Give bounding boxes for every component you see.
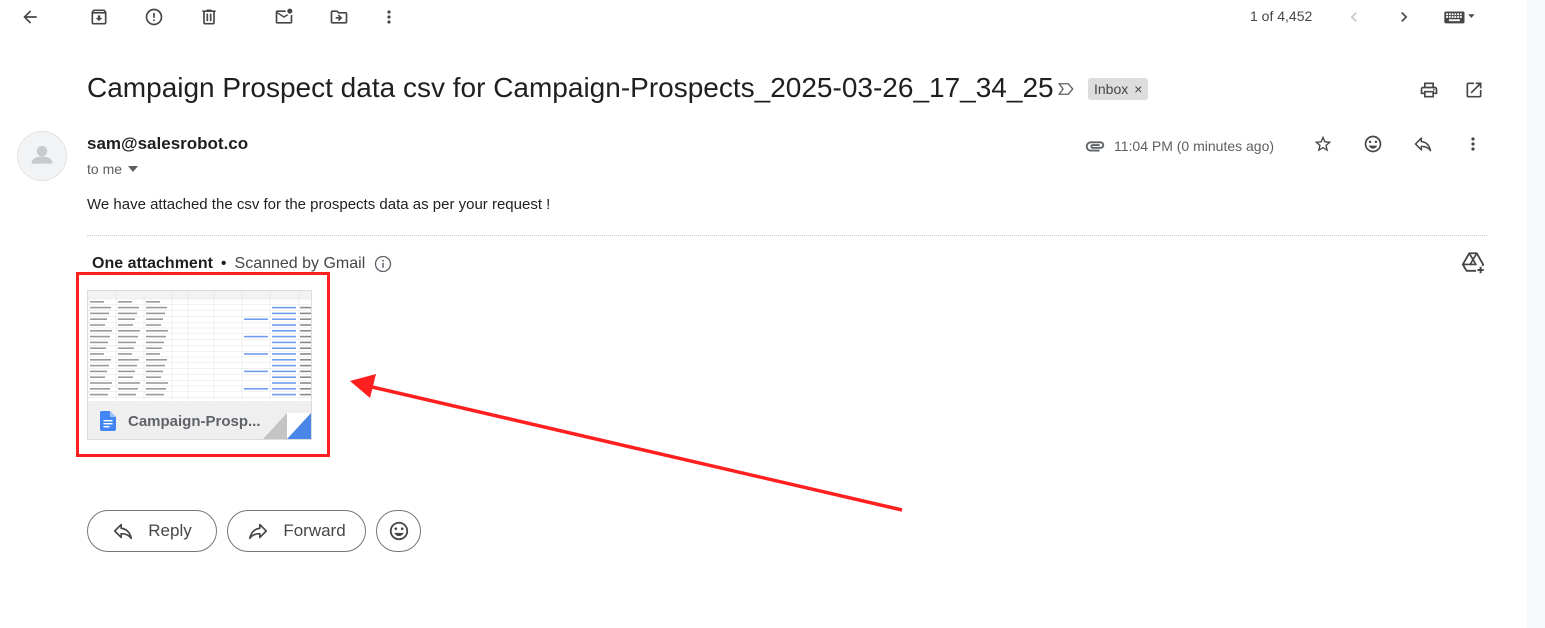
mail-icon (275, 8, 293, 24)
star-icon (1314, 135, 1332, 152)
newer-button[interactable] (1337, 0, 1371, 34)
forward-icon (249, 523, 268, 540)
input-tools-button[interactable] (1436, 0, 1482, 34)
add-to-drive-icon[interactable] (1460, 250, 1486, 276)
timestamp-text: 11:04 PM (0 minutes ago) (1114, 138, 1275, 154)
email-timestamp-area: 11:04 PM (0 minutes ago) (1084, 135, 1274, 157)
reply-icon-button[interactable] (1406, 127, 1440, 161)
header-separator: • (220, 255, 227, 272)
keyboard-icon (1444, 11, 1475, 24)
emoji-icon (1364, 135, 1382, 153)
right-side-strip (1527, 0, 1545, 628)
sender-email[interactable]: sam@salesrobot.co (87, 134, 248, 154)
annotation-arrow-head (350, 374, 376, 398)
trash-icon (202, 9, 216, 25)
chevron-left-icon (1350, 12, 1357, 22)
recipient-label: to me (87, 161, 123, 177)
email-subject: Campaign Prospect data csv for Campaign-… (87, 72, 1054, 103)
recipient-toggle[interactable]: to me (87, 161, 139, 177)
scanned-label: Scanned by Gmail (234, 255, 366, 272)
annotation-arrow-line (371, 385, 903, 512)
reply-button[interactable]: Reply (87, 510, 217, 552)
print-icon (1420, 82, 1438, 98)
open-new-window-button[interactable] (1457, 73, 1491, 107)
person-icon (31, 145, 53, 164)
attachment-divider (87, 235, 1487, 236)
forward-label: Forward (283, 521, 346, 540)
inbox-label-text: Inbox (1094, 81, 1129, 97)
print-button[interactable] (1412, 73, 1446, 107)
attachment-highlight-box (76, 272, 330, 457)
star-button[interactable] (1306, 127, 1340, 161)
attachment-count: One attachment (92, 255, 213, 272)
open-in-new-icon (1466, 82, 1482, 98)
archive-button[interactable] (82, 0, 116, 34)
older-button[interactable] (1387, 0, 1421, 34)
attachments-header: One attachment • Scanned by Gmail (92, 254, 393, 274)
info-icon[interactable] (373, 254, 393, 274)
mark-unread-button[interactable] (267, 0, 301, 34)
importance-marker-icon[interactable] (1057, 80, 1075, 98)
remove-label-button[interactable]: × (1134, 78, 1142, 100)
caret-down-icon (128, 166, 139, 172)
spam-icon (145, 8, 163, 26)
add-reaction-button[interactable] (1356, 127, 1390, 161)
pager-count: 1 of 4,452 (1250, 8, 1313, 24)
more-vert-icon (387, 10, 391, 24)
reply-icon (1414, 137, 1432, 152)
attachment-clip-icon (1085, 141, 1105, 152)
back-button[interactable] (13, 0, 47, 34)
more-options-button[interactable] (372, 0, 406, 34)
message-more-button[interactable] (1456, 127, 1490, 161)
delete-button[interactable] (192, 0, 226, 34)
move-folder-icon (330, 10, 348, 24)
forward-button[interactable]: Forward (227, 510, 366, 552)
email-body: We have attached the csv for the prospec… (87, 196, 551, 213)
reply-icon (114, 523, 133, 540)
report-spam-button[interactable] (137, 0, 171, 34)
back-icon (23, 10, 37, 24)
move-to-button[interactable] (322, 0, 356, 34)
archive-icon (91, 9, 107, 25)
emoji-reaction-button[interactable] (376, 510, 421, 552)
more-vert-icon (1471, 137, 1475, 151)
sender-avatar[interactable] (17, 131, 67, 181)
inbox-label-chip: Inbox × (1088, 78, 1149, 100)
chevron-right-icon (1401, 12, 1408, 22)
emoji-icon (389, 521, 408, 541)
reply-label: Reply (148, 521, 192, 540)
